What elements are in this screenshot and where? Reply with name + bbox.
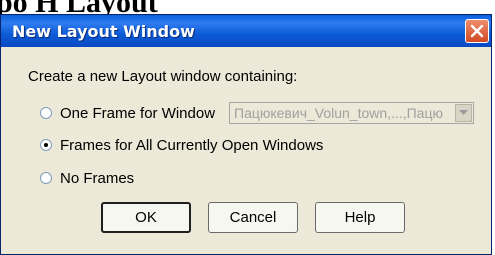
prompt-label: Create a new Layout window containing: — [28, 68, 298, 85]
new-layout-window-dialog: New Layout Window Create a new Layout wi… — [0, 14, 492, 255]
help-button[interactable]: Help — [315, 202, 405, 233]
window-select-value: Пацюкевич_Volun_town,...,Пацю — [234, 105, 443, 121]
radio-one-frame[interactable] — [40, 107, 52, 119]
option-no-frames[interactable]: No Frames — [40, 169, 134, 187]
option-one-frame[interactable]: One Frame for Window — [40, 104, 215, 122]
background-text: ро Н Layout — [0, 0, 158, 14]
cancel-button[interactable]: Cancel — [208, 202, 298, 233]
title-bar[interactable]: New Layout Window — [1, 15, 491, 47]
window-select-dropdown-button[interactable] — [455, 104, 472, 122]
dialog-title: New Layout Window — [12, 22, 195, 41]
close-icon — [470, 24, 484, 38]
option-no-frames-label: No Frames — [60, 169, 135, 187]
background-document-fragment: ро Н Layout — [0, 0, 495, 14]
close-button[interactable] — [465, 19, 489, 43]
option-all-frames[interactable]: Frames for All Currently Open Windows — [40, 136, 323, 154]
option-one-frame-label: One Frame for Window — [60, 104, 216, 122]
option-all-frames-label: Frames for All Currently Open Windows — [60, 136, 324, 154]
ok-button[interactable]: OK — [101, 202, 191, 233]
window-select[interactable]: Пацюкевич_Volun_town,...,Пацю — [229, 102, 474, 124]
radio-all-frames[interactable] — [40, 139, 52, 151]
chevron-down-icon — [459, 110, 468, 115]
radio-no-frames[interactable] — [40, 172, 52, 184]
dialog-content: Create a new Layout window containing: O… — [1, 47, 491, 254]
